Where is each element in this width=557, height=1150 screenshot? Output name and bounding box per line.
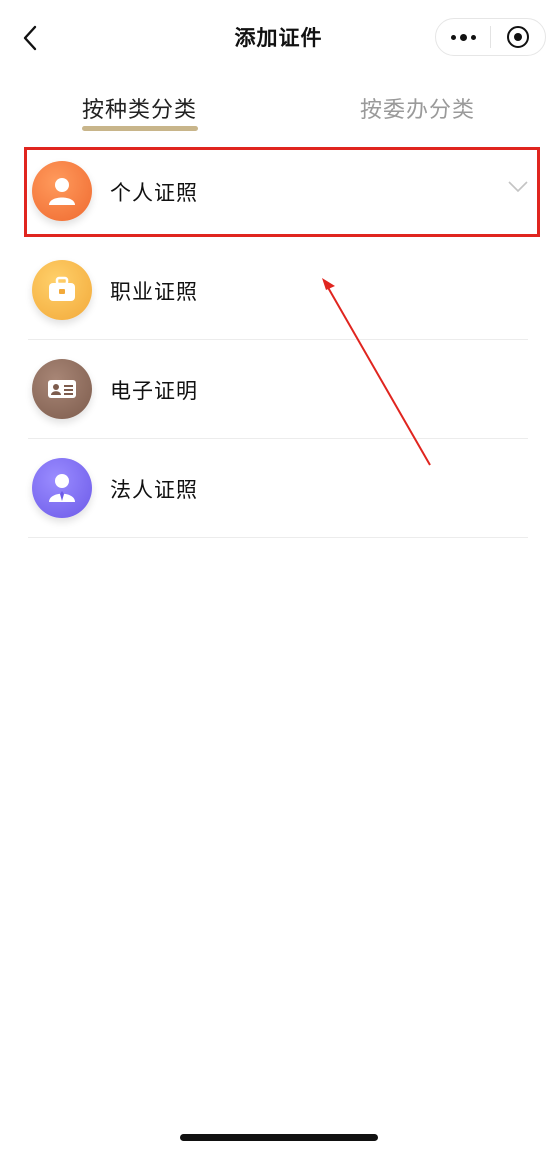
list-item-label: 法人证照 <box>110 478 198 502</box>
list-item-personal-certificates[interactable]: 个人证照 <box>28 143 528 241</box>
tab-by-department[interactable]: 按委办分类 <box>360 92 475 124</box>
list-item-electronic-proofs[interactable]: 电子证明 <box>28 341 528 439</box>
list-item-label: 职业证照 <box>110 280 198 304</box>
tab-by-category[interactable]: 按种类分类 <box>82 92 197 124</box>
id-card-icon <box>32 359 92 419</box>
home-indicator <box>180 1134 378 1141</box>
chevron-down-icon <box>508 181 528 193</box>
divider <box>28 537 528 538</box>
person-icon <box>32 161 92 221</box>
close-button[interactable] <box>491 19 545 55</box>
more-dots-icon <box>450 33 476 41</box>
briefcase-icon <box>32 260 92 320</box>
list-item-professional-certificates[interactable]: 职业证照 <box>28 242 528 340</box>
active-tab-indicator <box>82 126 198 131</box>
target-close-icon <box>507 26 529 48</box>
list-item-legal-entity-certificates[interactable]: 法人证照 <box>28 440 528 538</box>
business-person-icon <box>32 458 92 518</box>
divider <box>28 339 528 340</box>
list-item-label: 个人证照 <box>110 181 198 205</box>
list-item-label: 电子证明 <box>110 379 198 403</box>
more-button[interactable] <box>436 19 490 55</box>
divider <box>28 438 528 439</box>
mini-program-capsule <box>435 18 546 56</box>
navigation-bar: 添加证件 <box>0 0 557 76</box>
